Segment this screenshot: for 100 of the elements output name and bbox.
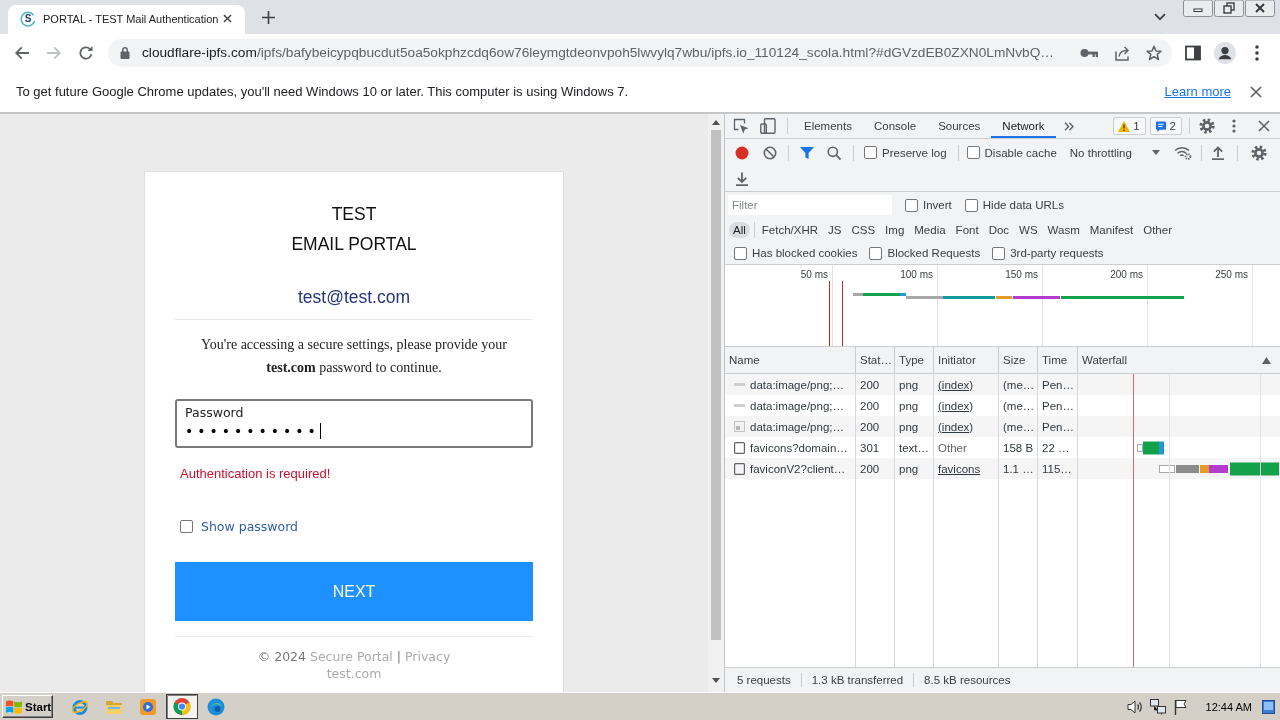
plus-icon[interactable] xyxy=(262,10,275,24)
scroll-down-icon[interactable] xyxy=(712,678,720,683)
initiator-link[interactable]: (index) xyxy=(938,378,974,391)
type-filter-button[interactable]: Other xyxy=(1139,222,1176,238)
reload-icon[interactable] xyxy=(78,44,94,61)
type-filter-button[interactable]: Img xyxy=(881,222,909,238)
type-filter-button[interactable]: Doc xyxy=(984,222,1014,238)
back-icon[interactable] xyxy=(14,44,30,61)
play-icon[interactable] xyxy=(139,697,157,716)
devices-icon[interactable] xyxy=(760,118,776,134)
type-filter-button[interactable]: Media xyxy=(910,222,950,238)
more-icon[interactable] xyxy=(1232,119,1236,133)
browser-tab[interactable]: S PORTAL - TEST Mail Authentication xyxy=(8,5,245,34)
initiator-link[interactable]: (index) xyxy=(938,399,974,412)
filter-checkbox[interactable] xyxy=(964,198,978,212)
request-option-label[interactable]: 3rd-party requests xyxy=(1010,247,1104,259)
initiator-link[interactable]: (index) xyxy=(938,420,974,433)
wave-circle-icon[interactable] xyxy=(207,697,225,716)
type-filter-button[interactable]: CSS xyxy=(847,222,880,238)
filter-field[interactable]: Filter xyxy=(728,195,892,215)
column-header[interactable]: Type xyxy=(895,347,934,373)
show-password-label[interactable]: Show password xyxy=(201,518,299,534)
initiator-link[interactable]: favicons xyxy=(938,462,981,475)
lock-icon[interactable] xyxy=(120,46,130,59)
filter-checkbox[interactable] xyxy=(905,198,918,212)
table-cell[interactable]: data:image/png;… xyxy=(750,420,844,433)
filter-option-label[interactable]: Hide data URLs xyxy=(982,199,1064,211)
type-filter-button[interactable]: Font xyxy=(951,222,983,238)
column-header[interactable]: Size xyxy=(999,347,1038,373)
column-header[interactable]: Waterfall xyxy=(1078,347,1280,373)
preserve-log-checkbox[interactable] xyxy=(864,146,877,159)
learn-more-link[interactable]: Learn more xyxy=(1164,84,1231,99)
type-filter-button[interactable]: Fetch/XHR xyxy=(757,222,823,238)
column-header[interactable]: Name xyxy=(725,347,856,373)
close-icon[interactable] xyxy=(1245,0,1275,17)
side-panel-icon[interactable] xyxy=(1185,44,1201,61)
close-icon[interactable] xyxy=(1250,85,1262,98)
message-count-button[interactable]: 2 xyxy=(1149,117,1182,135)
table-cell[interactable]: data:image/png;… xyxy=(750,399,844,412)
filter-icon[interactable] xyxy=(800,146,814,159)
warning-count-button[interactable]: 1 xyxy=(1113,117,1146,135)
devtools-tab[interactable]: Sources xyxy=(927,114,992,138)
table-cell[interactable]: faviconV2?client… xyxy=(750,462,846,475)
type-filter-button[interactable]: JS xyxy=(824,222,846,238)
clock[interactable]: 12:44 AM xyxy=(1205,700,1252,713)
key-icon[interactable] xyxy=(1080,47,1098,58)
settings-icon[interactable] xyxy=(1199,118,1215,134)
network-icon[interactable] xyxy=(1149,698,1166,715)
upload-icon[interactable] xyxy=(1211,145,1224,160)
cursor-box-icon[interactable] xyxy=(733,118,749,134)
circle-logo-icon[interactable] xyxy=(166,694,198,719)
filter-option-label[interactable]: Invert xyxy=(923,199,952,211)
search-icon[interactable] xyxy=(827,145,841,160)
request-option-checkbox[interactable] xyxy=(869,246,883,260)
share-icon[interactable] xyxy=(1114,44,1130,61)
column-header[interactable]: Stat… xyxy=(856,347,895,373)
disable-cache-checkbox[interactable] xyxy=(966,146,980,159)
profile-icon[interactable] xyxy=(1214,41,1236,64)
password-field[interactable]: Password ••••••••••• xyxy=(175,399,533,448)
table-cell[interactable]: favicons?domain… xyxy=(750,441,848,454)
clear-icon[interactable] xyxy=(763,145,777,160)
devtools-tab[interactable]: Console xyxy=(862,114,928,138)
request-option-checkbox[interactable] xyxy=(992,246,1006,260)
wifi-gear-icon[interactable] xyxy=(1173,145,1192,160)
start-button[interactable]: Start xyxy=(2,695,53,718)
type-filter-button[interactable]: Manifest xyxy=(1085,222,1138,238)
disable-cache-label[interactable]: Disable cache xyxy=(984,146,1057,159)
download-icon[interactable] xyxy=(736,171,748,186)
settings-icon[interactable] xyxy=(1250,144,1267,161)
more-icon[interactable] xyxy=(1255,44,1259,61)
minimize-icon[interactable] xyxy=(1183,0,1213,17)
request-option-label[interactable]: Has blocked cookies xyxy=(752,247,858,259)
throttling-dropdown[interactable]: No throttling xyxy=(1069,146,1160,159)
scrollbar[interactable] xyxy=(708,114,724,692)
column-header[interactable]: Time xyxy=(1038,347,1078,373)
request-option-checkbox[interactable] xyxy=(734,246,747,260)
type-filter-button[interactable]: Wasm xyxy=(1043,222,1084,238)
table-cell-text: text… xyxy=(898,440,931,456)
column-header[interactable]: Initiator xyxy=(934,347,999,373)
request-option-label[interactable]: Blocked Requests xyxy=(887,247,981,259)
record-icon[interactable] xyxy=(735,145,749,160)
flag-icon[interactable] xyxy=(1173,698,1188,715)
show-desktop-icon[interactable] xyxy=(1262,699,1275,714)
table-cell[interactable]: data:image/png;… xyxy=(750,378,844,391)
speaker-icon[interactable] xyxy=(1126,699,1143,714)
close-icon[interactable] xyxy=(1258,120,1270,132)
type-filter-button[interactable]: WS xyxy=(1015,222,1042,238)
star-icon[interactable] xyxy=(1146,44,1162,61)
restore-icon[interactable] xyxy=(1214,0,1244,17)
sort-arrow-icon[interactable] xyxy=(1262,356,1271,364)
double-chevron-icon[interactable] xyxy=(1063,121,1074,131)
close-icon[interactable] xyxy=(223,14,232,23)
preserve-log-label[interactable]: Preserve log xyxy=(882,146,947,159)
scroll-up-icon[interactable] xyxy=(712,120,720,125)
show-password-checkbox[interactable] xyxy=(180,519,193,533)
address-bar[interactable]: cloudflare-ipfs.com/ipfs/bafybeicypqbucdut5oa5okphzcdq6ow76leymgtdeonvpoh5lwvylq7wbu/ipfs.io_110124_scola.html?#dGVzdEB0ZXN0LmNvbQ… xyxy=(108,38,1172,67)
scroll-thumb[interactable] xyxy=(711,130,721,640)
type-filter-button[interactable]: All xyxy=(729,222,750,238)
chevron-down-icon[interactable] xyxy=(1154,13,1166,21)
devtools-tab[interactable]: Elements xyxy=(793,114,863,138)
